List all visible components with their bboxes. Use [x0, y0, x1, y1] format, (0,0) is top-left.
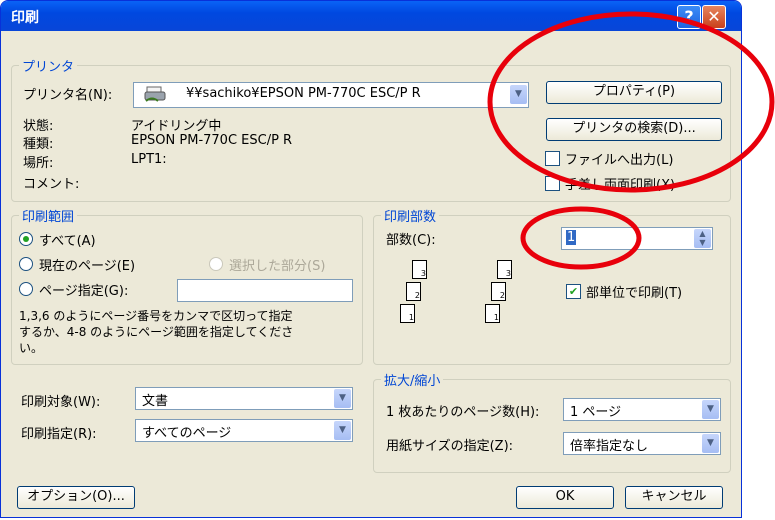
print-select-label: 印刷指定(R): — [21, 427, 97, 442]
close-icon[interactable]: ✕ — [702, 5, 726, 29]
chevron-down-icon[interactable]: ▼ — [702, 400, 719, 419]
range-hint-line3: い。 — [19, 341, 44, 355]
pages-per-sheet-label: 1 枚あたりのページ数(H): — [386, 405, 540, 420]
page-number: 3 — [497, 260, 512, 279]
pages-per-sheet-select[interactable]: 1 ページ ▼ — [563, 398, 721, 421]
manual-duplex-checkbox[interactable] — [545, 176, 560, 191]
where-label: 場所: — [23, 156, 54, 171]
range-hint-line2: するか、4-8 のようにページ範囲を指定してくださ — [19, 325, 294, 339]
print-select-select[interactable]: すべてのページ ▼ — [135, 419, 353, 442]
zoom-group — [373, 379, 731, 473]
range-current-label: 現在のページ(E) — [39, 259, 136, 274]
spinner-icon[interactable]: ▲ ▼ — [694, 229, 711, 248]
chevron-down-icon[interactable]: ▼ — [702, 434, 719, 453]
page-number: 3 — [412, 260, 427, 279]
scale-select[interactable]: 倍率指定なし ▼ — [563, 432, 721, 455]
printer-name-value: ¥¥sachiko¥EPSON PM-770C ESC/P R — [186, 86, 421, 101]
where-value: LPT1: — [131, 152, 167, 167]
printer-name-select[interactable]: ¥¥sachiko¥EPSON PM-770C ESC/P R ▼ — [133, 82, 529, 108]
range-selection-radio[interactable] — [209, 257, 223, 271]
find-printer-button[interactable]: プリンタの検索(D)... — [546, 118, 722, 141]
print-what-select[interactable]: 文書 ▼ — [135, 387, 353, 410]
printer-icon — [144, 86, 166, 102]
page-number: 2 — [491, 282, 506, 301]
page-number: 1 — [485, 304, 500, 323]
range-pages-radio[interactable] — [19, 282, 33, 296]
print-to-file-checkbox[interactable] — [545, 151, 560, 166]
type-value: EPSON PM-770C ESC/P R — [131, 133, 293, 148]
range-pages-label: ページ指定(G): — [39, 284, 129, 299]
page-range-input[interactable] — [177, 279, 353, 302]
print-what-label: 印刷対象(W): — [21, 395, 101, 410]
scale-label: 用紙サイズの指定(Z): — [386, 439, 514, 454]
copies-count-value: 1 — [566, 230, 577, 245]
properties-button[interactable]: プロパティ(P) — [546, 81, 722, 104]
print-range-legend: 印刷範囲 — [19, 206, 78, 225]
print-select-value: すべてのページ — [142, 426, 232, 441]
status-value: アイドリング中 — [131, 119, 222, 134]
help-icon[interactable]: ? — [677, 5, 701, 29]
manual-duplex-label: 手差し両面印刷(X) — [565, 178, 676, 193]
page-number: 1 — [400, 304, 415, 323]
range-hint-line1: 1,3,6 のようにページ番号をカンマで区切って指定 — [19, 309, 293, 323]
options-button[interactable]: オプション(O)... — [17, 486, 135, 509]
dialog-title: 印刷 — [11, 10, 39, 26]
printer-name-label: プリンタ名(N): — [23, 88, 113, 103]
print-to-file-label: ファイルへ出力(L) — [565, 153, 674, 168]
copies-legend: 印刷部数 — [381, 206, 440, 225]
chevron-down-icon[interactable]: ▼ — [334, 421, 351, 440]
zoom-legend: 拡大/縮小 — [381, 370, 444, 389]
ok-button[interactable]: OK — [516, 486, 614, 509]
range-current-radio[interactable] — [19, 257, 33, 271]
range-all-label: すべて(A) — [39, 234, 96, 249]
type-label: 種類: — [23, 137, 54, 152]
title-bar: 印刷 ? ✕ — [1, 1, 741, 31]
printer-group-legend: プリンタ — [19, 56, 78, 75]
copies-count-label: 部数(C): — [386, 233, 436, 248]
cancel-button[interactable]: キャンセル — [625, 486, 723, 509]
collate-label: 部単位で印刷(T) — [586, 286, 683, 301]
comment-label: コメント: — [23, 177, 80, 192]
page-number: 2 — [406, 282, 421, 301]
scale-value: 倍率指定なし — [570, 439, 649, 454]
chevron-down-icon[interactable]: ▼ — [510, 85, 527, 104]
copies-count-input[interactable]: 1 ▲ ▼ — [561, 227, 713, 250]
chevron-down-icon[interactable]: ▼ — [334, 389, 351, 408]
range-all-radio[interactable] — [19, 232, 33, 246]
print-dialog: 印刷 ? ✕ プリンタ プリンタ名(N): ¥¥sachiko¥EPSON PM… — [0, 0, 742, 518]
collate-checkbox[interactable]: ✔ — [566, 284, 581, 299]
pages-per-sheet-value: 1 ページ — [570, 405, 622, 420]
print-what-value: 文書 — [142, 394, 169, 409]
range-selection-label: 選択した部分(S) — [229, 259, 326, 274]
status-label: 状態: — [23, 119, 54, 134]
